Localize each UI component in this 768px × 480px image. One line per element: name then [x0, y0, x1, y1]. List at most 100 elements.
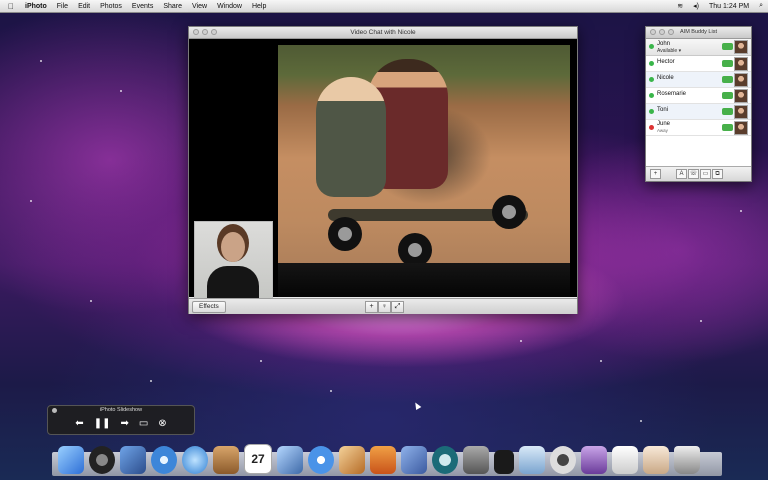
text-chat-icon[interactable]: A	[676, 169, 687, 179]
close-icon[interactable]	[52, 408, 57, 413]
menu-help[interactable]: Help	[247, 3, 271, 10]
trash-icon[interactable]	[674, 446, 700, 474]
video-chat-window: Video Chat with Nicole Effects + ♀ ⤢	[188, 26, 578, 314]
downloads-icon[interactable]	[643, 446, 669, 474]
video-chat-icon[interactable]	[722, 124, 733, 131]
minimize-button[interactable]	[202, 29, 208, 35]
menu-window[interactable]: Window	[212, 3, 247, 10]
display-icon[interactable]: ▭	[139, 418, 148, 429]
wifi-icon[interactable]: ≋	[672, 2, 688, 10]
window-controls	[193, 29, 217, 35]
buddy-row[interactable]: Rosemarie	[646, 88, 751, 104]
close-button[interactable]	[650, 29, 656, 35]
minimize-button[interactable]	[659, 29, 665, 35]
pause-icon[interactable]: ❚❚	[94, 418, 111, 429]
close-button[interactable]	[193, 29, 199, 35]
volume-icon[interactable]: ◂)	[688, 2, 704, 10]
buddy-avatar	[734, 57, 748, 71]
previous-icon[interactable]: ⬅	[75, 418, 83, 429]
slideshow-title: iPhoto Slideshow	[99, 407, 143, 413]
buddy-list-toolbar: + A ☏ ▭ ⧉	[646, 166, 751, 181]
buddy-row[interactable]: Nicole	[646, 72, 751, 88]
skateboard-wheel	[492, 195, 526, 229]
video-chat-icon[interactable]	[722, 108, 733, 115]
buddy-list-window: AIM Buddy List John Available ▾ Hector N…	[645, 26, 752, 182]
apple-menu-icon[interactable]: 	[0, 2, 20, 11]
slideshow-titlebar[interactable]: iPhoto Slideshow	[48, 406, 194, 415]
next-icon[interactable]: ➡	[120, 418, 128, 429]
buddy-list-titlebar[interactable]: AIM Buddy List	[646, 27, 751, 39]
buddy-row[interactable]: June Away	[646, 120, 751, 136]
zoom-button[interactable]	[668, 29, 674, 35]
system-preferences-icon[interactable]	[463, 446, 489, 474]
photo-booth-icon[interactable]	[519, 446, 545, 474]
dashboard-icon[interactable]	[89, 446, 115, 474]
add-participant-icon[interactable]: +	[365, 301, 378, 313]
menu-photos[interactable]: Photos	[95, 3, 127, 10]
buddy-row[interactable]: Toni	[646, 104, 751, 120]
mute-mic-icon[interactable]: ♀	[378, 301, 391, 313]
status-dot	[649, 61, 654, 66]
buddy-name: June	[657, 121, 671, 127]
separator	[494, 450, 514, 474]
finder-icon[interactable]	[58, 446, 84, 474]
address-book-icon[interactable]	[213, 446, 239, 474]
video-chat-icon[interactable]: ▭	[700, 169, 711, 179]
dock-icons: 27	[58, 436, 718, 474]
camera-icon	[722, 43, 733, 50]
audio-chat-icon[interactable]: ☏	[688, 169, 699, 179]
menu-events[interactable]: Events	[127, 3, 158, 10]
ical-2-icon[interactable]	[581, 446, 607, 474]
safari-icon[interactable]	[151, 446, 177, 474]
video-chat-icon[interactable]	[722, 60, 733, 67]
spaces-icon[interactable]	[401, 446, 427, 474]
fullscreen-icon[interactable]: ⤢	[391, 301, 404, 313]
local-person-body	[207, 266, 259, 298]
iphoto-icon[interactable]	[339, 446, 365, 474]
preview-icon[interactable]	[277, 446, 303, 474]
buddy-name: Rosemarie	[657, 91, 687, 97]
screen-share-icon[interactable]: ⧉	[712, 169, 723, 179]
local-video-preview[interactable]	[194, 221, 273, 299]
buddy-avatar	[734, 105, 748, 119]
buddy-avatar	[734, 73, 748, 87]
avatar[interactable]	[734, 40, 748, 54]
video-chat-icon[interactable]	[722, 92, 733, 99]
ical-icon[interactable]: 27	[244, 444, 272, 474]
menu-share[interactable]: Share	[158, 3, 187, 10]
buddy-name: Hector	[657, 59, 675, 65]
close-slideshow-icon[interactable]: ⊗	[158, 418, 166, 429]
time-machine-icon[interactable]	[370, 446, 396, 474]
buddy-row[interactable]: Hector	[646, 56, 751, 72]
spotlight-icon[interactable]: ⌕	[754, 2, 768, 10]
menu-file[interactable]: File	[52, 3, 73, 10]
remote-person-woman	[316, 77, 386, 197]
photo-icon[interactable]	[550, 446, 576, 474]
my-status-menu[interactable]: Available ▾	[657, 48, 681, 54]
time-machine-2-icon[interactable]	[432, 446, 458, 474]
mail-icon[interactable]	[120, 446, 146, 474]
skateboard-wheel	[398, 233, 432, 267]
menu-app-name[interactable]: iPhoto	[20, 3, 52, 10]
buddy-name: Toni	[657, 107, 669, 113]
clock[interactable]: Thu 1:24 PM	[704, 3, 754, 10]
window-controls	[650, 29, 674, 35]
buddy-avatar	[734, 121, 748, 135]
video-chat-titlebar[interactable]: Video Chat with Nicole	[189, 27, 577, 39]
documents-icon[interactable]	[612, 446, 638, 474]
video-chat-icon[interactable]	[722, 76, 733, 83]
status-dot	[649, 109, 654, 114]
status-dot	[649, 93, 654, 98]
my-status[interactable]: John Available ▾	[646, 39, 751, 56]
itunes-icon[interactable]	[308, 446, 334, 474]
video-stage	[189, 39, 577, 299]
skateboard-wheel	[328, 217, 362, 251]
ichat-icon[interactable]	[182, 446, 208, 474]
effects-button[interactable]: Effects	[192, 301, 226, 313]
zoom-button[interactable]	[211, 29, 217, 35]
menu-view[interactable]: View	[187, 3, 212, 10]
add-buddy-icon[interactable]: +	[650, 169, 661, 179]
menu-edit[interactable]: Edit	[73, 3, 95, 10]
status-dot	[649, 77, 654, 82]
video-chat-title: Video Chat with Nicole	[350, 29, 416, 36]
